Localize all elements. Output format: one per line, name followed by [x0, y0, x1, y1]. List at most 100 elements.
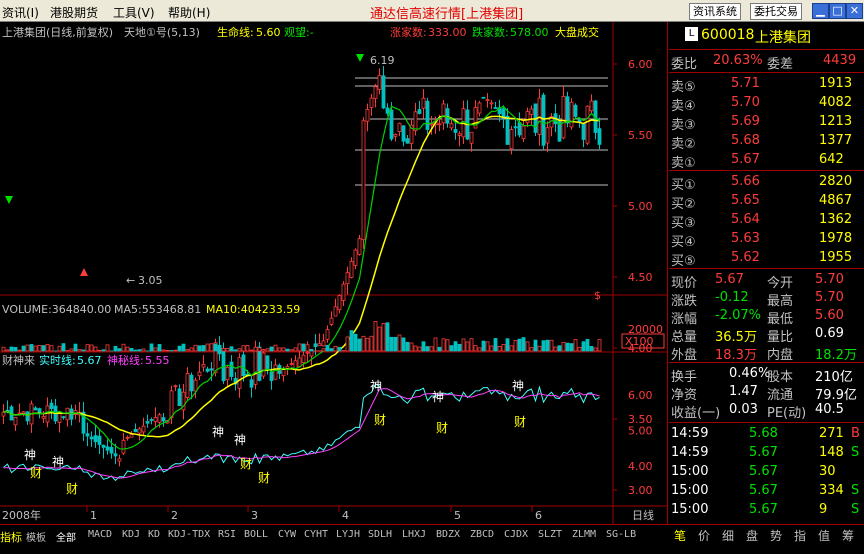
tab-sdlh[interactable]: SDLH [368, 529, 392, 543]
candle-body [125, 437, 130, 439]
tab-bdzx[interactable]: BDZX [436, 529, 460, 543]
volume-bar [485, 341, 490, 352]
candle-body [521, 125, 526, 140]
volume-bar [517, 338, 522, 352]
trade-button[interactable]: 委托交易 [750, 3, 802, 20]
volume-bar [581, 341, 586, 352]
tab-指标[interactable]: 指标 [0, 529, 22, 544]
right-tab[interactable]: 势 [770, 527, 782, 544]
candle-body [485, 99, 490, 102]
right-tab[interactable]: 指 [794, 527, 806, 544]
volume-bar [429, 346, 434, 352]
tab-kdj[interactable]: KDJ [122, 529, 140, 543]
tab-kdj-tdx[interactable]: KDJ-TDX [168, 529, 210, 543]
right-tab[interactable]: 价 [698, 527, 710, 544]
candle-body [453, 129, 458, 133]
volume-bar [333, 345, 338, 352]
candle-body [149, 419, 154, 421]
quote-row: 总量 36.5万 量比 0.69 [671, 326, 844, 345]
menu-item-help[interactable]: 帮助(H) [168, 4, 210, 21]
candle-body [201, 364, 206, 368]
candle-body [449, 123, 454, 129]
candle-body [45, 405, 50, 423]
menu-item-hk-futures[interactable]: 港股期货 [50, 4, 98, 21]
volume-bar [61, 343, 66, 352]
right-tab[interactable]: 细 [722, 527, 734, 544]
volume-bar [241, 345, 246, 352]
candle-body [285, 366, 290, 369]
volume-bar [369, 335, 374, 352]
volume-bar [25, 344, 30, 352]
tab-macd[interactable]: MACD [88, 529, 112, 543]
menu-item-info[interactable]: 资讯(I) [2, 4, 39, 21]
candle-body [405, 138, 410, 144]
candle-body [569, 101, 574, 128]
candle-body [589, 100, 594, 112]
tab-zbcd[interactable]: ZBCD [470, 529, 494, 543]
kline-chart[interactable]: 神神神神神神神财财财财财财财 6.005.505.004.504.003.503… [0, 22, 668, 524]
candle-body [237, 357, 242, 389]
volume-bar [425, 346, 430, 352]
period-label: 日线 [632, 508, 654, 522]
magic-line [3, 388, 600, 479]
chart-area[interactable]: 神神神神神神神财财财财财财财 6.00 5.50 5.00 4.50 4.00 3.50 3… [0, 22, 668, 524]
top-arrow-icon [356, 54, 364, 62]
candle-body [193, 379, 198, 392]
tab-模板[interactable]: 模板 [26, 529, 46, 544]
volume-bar [521, 337, 526, 352]
tab-sg-lb[interactable]: SG-LB [606, 529, 636, 543]
stock-name: 上港集团 [755, 30, 811, 46]
tab-cyw[interactable]: CYW [278, 529, 296, 543]
right-tab[interactable]: 盘 [746, 527, 758, 544]
market-volume-label: 大盘成交 [555, 25, 599, 39]
candle-body [133, 429, 138, 433]
info-system-button[interactable]: 资讯系统 [689, 3, 741, 20]
candle-body [173, 385, 178, 388]
right-tab[interactable]: 笔 [674, 527, 686, 544]
candle-body [597, 128, 602, 145]
candle-body [65, 407, 70, 421]
candle-body [509, 129, 514, 150]
volume-bar [141, 348, 146, 352]
tab-cjdx[interactable]: CJDX [504, 529, 528, 543]
price-tick-label: 5.50 [628, 129, 653, 142]
volume-bar [389, 336, 394, 352]
candle-body [41, 416, 46, 419]
price-tick-label: 6.00 [628, 58, 653, 71]
indicator-tick-label: 5.00 [628, 425, 653, 438]
tab-lhxj[interactable]: LHXJ [402, 529, 426, 543]
right-tab[interactable]: 值 [818, 527, 830, 544]
right-tab[interactable]: 筹 [842, 527, 854, 544]
bid-row: 买③ 5.64 1362 [671, 212, 853, 231]
tab-zlmm[interactable]: ZLMM [572, 529, 596, 543]
tab-slzt[interactable]: SLZT [538, 529, 562, 543]
candle-body [573, 104, 578, 117]
volume-bar [181, 343, 186, 352]
candle-body [13, 416, 18, 426]
menu-item-tools[interactable]: 工具(V) [113, 4, 155, 21]
volume-bar [261, 349, 266, 352]
volume-bar [249, 349, 254, 352]
candle-body [513, 126, 518, 129]
shen-mark: 神 [234, 433, 246, 447]
down-count-label: 跌家数: [472, 25, 509, 39]
volume-bar [433, 337, 438, 352]
buy-arrow-icon [5, 196, 13, 204]
close-button[interactable]: ✕ [846, 3, 863, 19]
minimize-button[interactable]: ▁ [812, 3, 829, 19]
candle-body [377, 74, 382, 90]
tab-lyjh[interactable]: LYJH [336, 529, 360, 543]
indicator-name: 天地①号(5,13) [124, 26, 200, 39]
tab-rsi[interactable]: RSI [218, 529, 236, 543]
tick-row: 15:00 5.67 9 S [671, 502, 860, 517]
tab-boll[interactable]: BOLL [244, 529, 268, 543]
volume-bar [421, 341, 426, 352]
tab-cyht[interactable]: CYHT [304, 529, 328, 543]
candle-body [113, 453, 118, 457]
tab-全部[interactable]: 全部 [56, 529, 76, 544]
tab-kd[interactable]: KD [148, 529, 160, 543]
volume-bar [253, 346, 258, 352]
weicha-value: 4439 [823, 53, 857, 68]
maximize-button[interactable]: □ [829, 3, 846, 19]
sell-arrow-icon [80, 268, 88, 276]
